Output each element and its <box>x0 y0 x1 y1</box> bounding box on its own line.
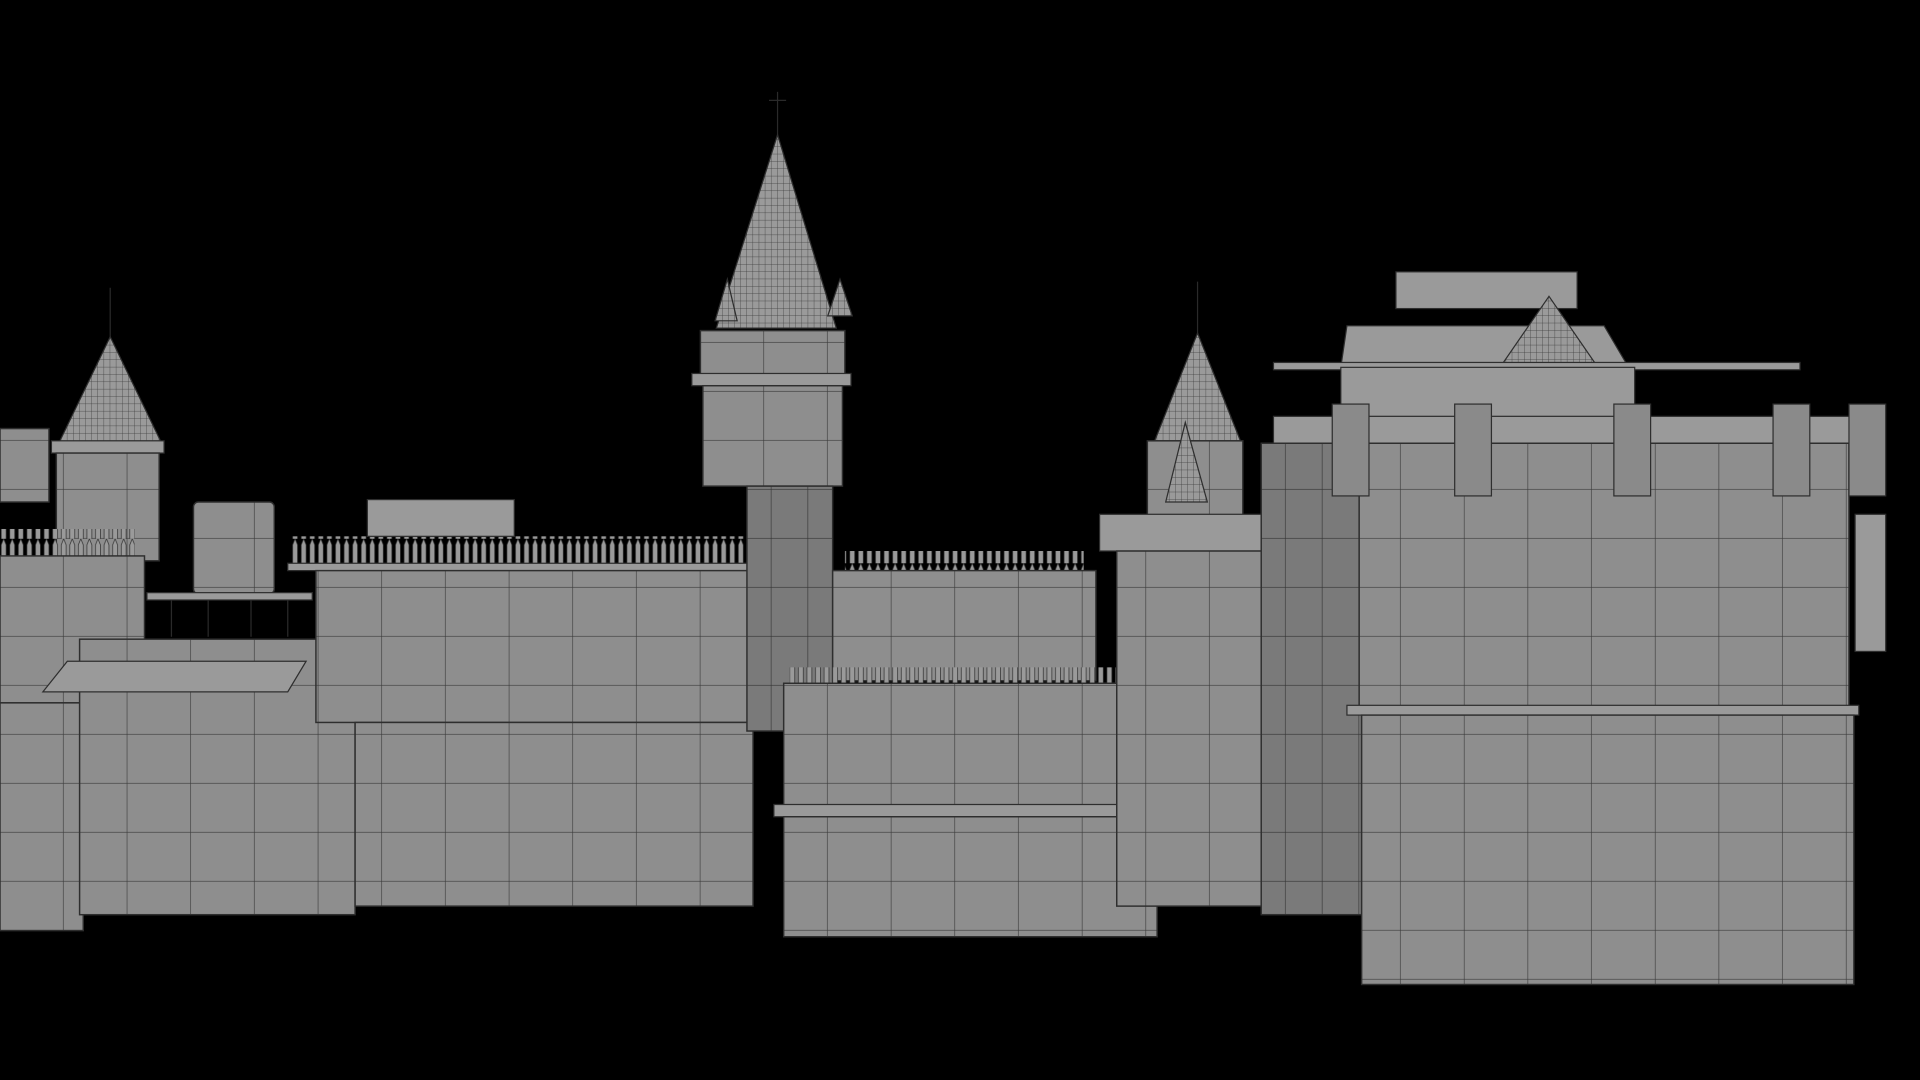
ledge <box>773 803 1168 818</box>
far-left-structure <box>0 427 50 503</box>
balcony <box>1098 513 1282 552</box>
upper-wall <box>782 682 1158 807</box>
tank-body <box>192 501 276 595</box>
lower-wall <box>0 702 84 932</box>
awning <box>41 660 308 693</box>
fence <box>789 667 1152 685</box>
platform-legs <box>170 600 289 637</box>
front-lower <box>1360 714 1855 986</box>
wall <box>831 569 1097 682</box>
crenellation <box>0 528 135 556</box>
lower-wall <box>782 816 1158 938</box>
tower-top <box>699 329 846 381</box>
middle-wall <box>831 551 1097 682</box>
viewport-3d-render[interactable] <box>0 0 1920 1080</box>
roof-shed <box>366 498 515 537</box>
left-tower <box>50 287 165 562</box>
tower-body <box>1116 550 1267 907</box>
right-tower <box>1098 281 1282 907</box>
fence <box>844 551 1084 574</box>
side-wall <box>1260 442 1363 916</box>
fence-base <box>287 562 779 572</box>
tower-cone <box>1153 331 1242 442</box>
tower-cone <box>57 335 163 444</box>
tower-mid <box>702 384 844 487</box>
tower-cornice <box>691 372 852 387</box>
lower-wall <box>354 721 754 907</box>
upper-wall <box>315 569 773 724</box>
tank-platform <box>146 592 313 601</box>
front-block <box>773 667 1168 938</box>
side-porch <box>1854 513 1887 653</box>
tower-cornice <box>50 440 165 454</box>
right-building <box>1260 271 1887 986</box>
cornice <box>1346 704 1860 716</box>
tower-cone <box>715 132 838 329</box>
building-3 <box>287 498 779 907</box>
small-turret-cone <box>826 277 854 317</box>
